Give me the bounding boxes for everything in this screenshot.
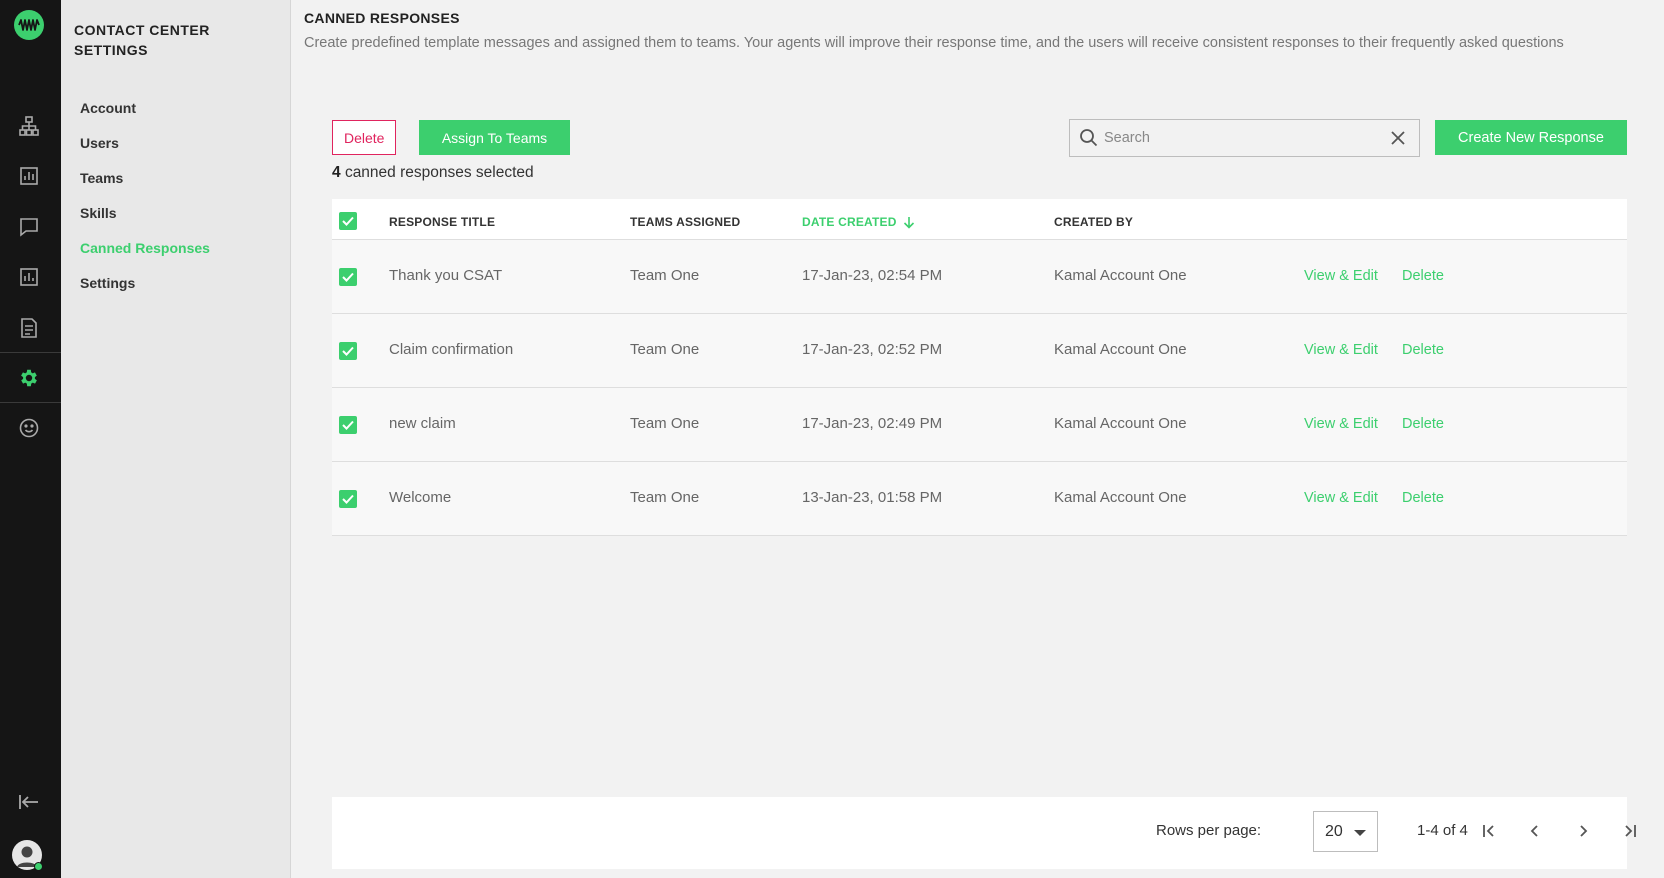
sort-descending-icon <box>903 216 914 229</box>
teams-assigned: Team One <box>630 489 700 506</box>
icon-rail <box>0 0 61 878</box>
last-page-icon[interactable] <box>1618 819 1642 843</box>
date-created: 17-Jan-23, 02:52 PM <box>802 341 943 358</box>
clear-search-icon[interactable] <box>1389 129 1407 147</box>
settings-nav: CONTACT CENTER SETTINGS Account Users Te… <box>61 0 291 878</box>
row-checkbox[interactable] <box>339 268 357 286</box>
column-header-teams-assigned: TEAMS ASSIGNED <box>630 215 741 229</box>
created-by: Kamal Account One <box>1054 341 1187 358</box>
selected-count-number: 4 <box>332 164 341 181</box>
settings-nav-title: CONTACT CENTER SETTINGS <box>74 22 210 58</box>
view-edit-link[interactable]: View & Edit <box>1304 342 1378 358</box>
table-row: Claim confirmation Team One 17-Jan-23, 0… <box>332 314 1627 388</box>
row-delete-link[interactable]: Delete <box>1402 268 1444 284</box>
document-icon[interactable] <box>16 315 42 341</box>
response-title: Thank you CSAT <box>389 267 503 284</box>
dropdown-caret-icon <box>1354 830 1366 836</box>
page-range: 1-4 of 4 <box>1417 822 1468 839</box>
logo-icon[interactable] <box>14 10 44 40</box>
row-checkbox[interactable] <box>339 342 357 360</box>
chat-icon[interactable] <box>16 214 42 240</box>
column-header-date-created-label: DATE CREATED <box>802 215 897 229</box>
analytics-icon[interactable] <box>16 264 42 290</box>
gear-icon[interactable] <box>16 365 42 391</box>
row-delete-link[interactable]: Delete <box>1402 416 1444 432</box>
view-edit-link[interactable]: View & Edit <box>1304 490 1378 506</box>
search-icon <box>1080 129 1098 147</box>
nav-item-settings[interactable]: Settings <box>80 275 135 291</box>
row-delete-link[interactable]: Delete <box>1402 490 1444 506</box>
nav-item-canned-responses[interactable]: Canned Responses <box>80 240 210 256</box>
main-content: CANNED RESPONSES Create predefined templ… <box>292 0 1664 878</box>
next-page-icon[interactable] <box>1571 819 1595 843</box>
nav-item-teams[interactable]: Teams <box>80 170 123 186</box>
first-page-icon[interactable] <box>1477 819 1501 843</box>
nav-item-users[interactable]: Users <box>80 135 119 151</box>
teams-assigned: Team One <box>630 415 700 432</box>
created-by: Kamal Account One <box>1054 415 1187 432</box>
smiley-icon[interactable] <box>16 415 42 441</box>
search-box <box>1069 119 1420 157</box>
pagination-bar: Rows per page: 20 1-4 of 4 <box>332 797 1636 869</box>
bulk-delete-button[interactable]: Delete <box>332 120 397 155</box>
rail-divider <box>0 352 61 353</box>
rows-per-page-value: 20 <box>1325 822 1343 840</box>
created-by: Kamal Account One <box>1054 489 1187 506</box>
table-header: RESPONSE TITLE TEAMS ASSIGNED DATE CREAT… <box>332 199 1627 240</box>
nav-item-skills[interactable]: Skills <box>80 205 117 221</box>
bar-chart-icon[interactable] <box>16 163 42 189</box>
date-created: 17-Jan-23, 02:49 PM <box>802 415 943 432</box>
rows-per-page-select[interactable]: 20 <box>1313 811 1378 852</box>
response-title: new claim <box>389 415 456 432</box>
select-all-checkbox[interactable] <box>339 212 357 230</box>
create-new-response-button[interactable]: Create New Response <box>1435 120 1627 155</box>
table-row: new claim Team One 17-Jan-23, 02:49 PM K… <box>332 388 1627 462</box>
teams-assigned: Team One <box>630 341 700 358</box>
assign-to-teams-button[interactable]: Assign To Teams <box>419 120 570 155</box>
row-checkbox[interactable] <box>339 490 357 508</box>
logout-icon[interactable] <box>16 789 42 815</box>
online-status-dot <box>34 862 43 871</box>
org-chart-icon[interactable] <box>16 113 42 139</box>
page-title: CANNED RESPONSES <box>304 10 460 26</box>
view-edit-link[interactable]: View & Edit <box>1304 268 1378 284</box>
created-by: Kamal Account One <box>1054 267 1187 284</box>
nav-item-account[interactable]: Account <box>80 100 136 116</box>
row-delete-link[interactable]: Delete <box>1402 342 1444 358</box>
table-row: Thank you CSAT Team One 17-Jan-23, 02:54… <box>332 240 1627 314</box>
column-header-date-created[interactable]: DATE CREATED <box>802 215 915 229</box>
row-checkbox[interactable] <box>339 416 357 434</box>
date-created: 17-Jan-23, 02:54 PM <box>802 267 943 284</box>
view-edit-link[interactable]: View & Edit <box>1304 416 1378 432</box>
date-created: 13-Jan-23, 01:58 PM <box>802 489 943 506</box>
search-input[interactable] <box>1104 120 1389 156</box>
page-description: Create predefined template messages and … <box>304 35 1564 51</box>
teams-assigned: Team One <box>630 267 700 284</box>
column-header-response-title: RESPONSE TITLE <box>389 215 496 229</box>
previous-page-icon[interactable] <box>1523 819 1547 843</box>
rows-per-page-label: Rows per page: <box>1156 822 1262 839</box>
selection-count: 4 canned responses selected <box>332 164 534 182</box>
selected-count-text: canned responses selected <box>344 164 534 181</box>
responses-table: RESPONSE TITLE TEAMS ASSIGNED DATE CREAT… <box>332 199 1627 536</box>
column-header-created-by: CREATED BY <box>1054 215 1134 229</box>
response-title: Claim confirmation <box>389 341 514 358</box>
response-title: Welcome <box>389 489 452 506</box>
table-row: Welcome Team One 13-Jan-23, 01:58 PM Kam… <box>332 462 1627 536</box>
rail-divider <box>0 402 61 403</box>
